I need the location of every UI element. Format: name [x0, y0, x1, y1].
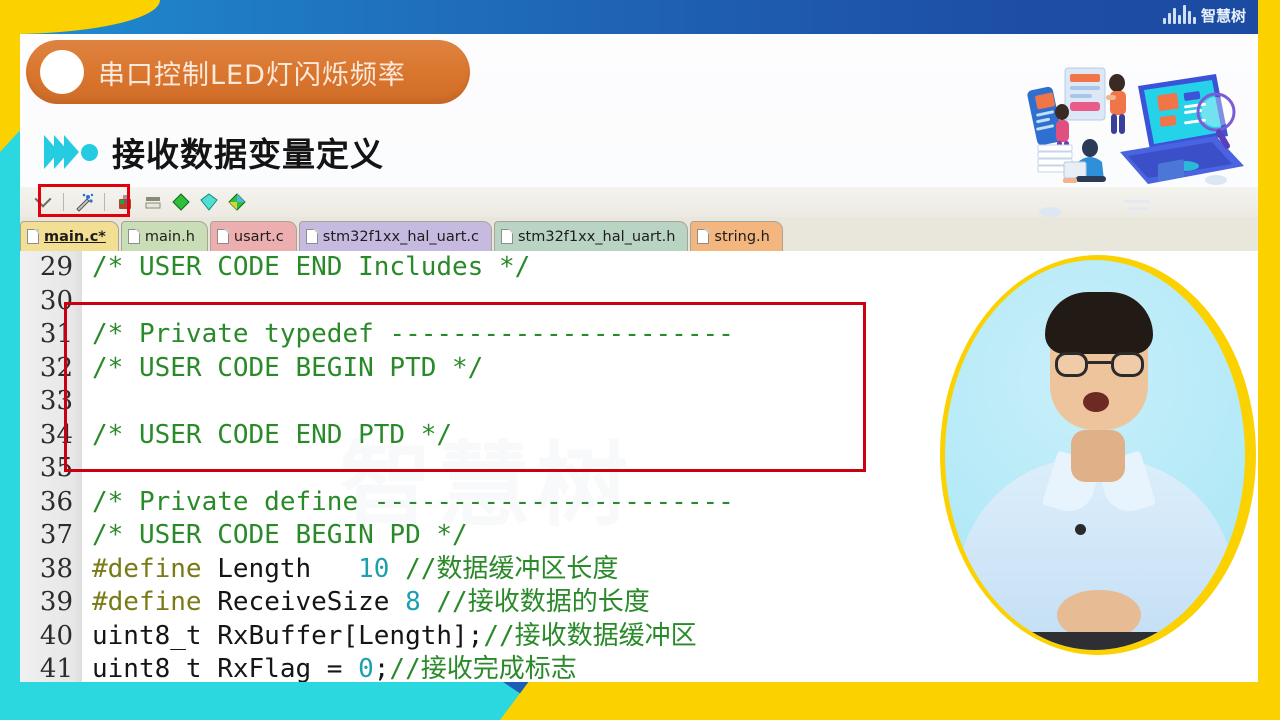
isometric-illustration: [1027, 67, 1244, 217]
toolbar-separator: [104, 193, 105, 211]
magic-wand-icon[interactable]: [73, 191, 95, 213]
tab-usart-c[interactable]: usart.c: [209, 221, 297, 251]
logo-bars-icon: [1162, 4, 1196, 24]
chevrons-icon: [44, 135, 98, 169]
tab-string-h[interactable]: string.h: [690, 221, 783, 251]
line-number: 30: [39, 285, 73, 316]
code-line-text: /* USER CODE END PTD */: [92, 419, 453, 450]
lesson-title-text: 串口控制LED灯闪烁频率: [98, 59, 406, 91]
align-table-icon[interactable]: [142, 191, 164, 213]
toolbar-separator: [63, 193, 64, 211]
presenter-video-circle: [940, 255, 1256, 655]
chevron-right-icon: [64, 135, 79, 169]
chevron-down-icon[interactable]: [32, 190, 54, 213]
line-number: 29: [39, 252, 73, 282]
presenter-hair: [1045, 292, 1153, 354]
section-heading: 接收数据变量定义: [44, 128, 384, 176]
presenter-belt: [989, 632, 1203, 650]
section-title-text: 接收数据变量定义: [112, 135, 384, 174]
left-yellow-rail: [0, 0, 22, 152]
file-document-icon: [305, 229, 318, 244]
presenter-glasses-left: [1055, 352, 1088, 377]
tab-main-c-[interactable]: main.c*: [20, 221, 119, 251]
code-line-text: #define ReceiveSize 8 //接收数据的长度: [92, 587, 650, 617]
bottom-cyan-rail: [0, 680, 560, 720]
code-line-text: /* USER CODE END Includes */: [92, 252, 531, 282]
line-number: 41: [39, 654, 73, 682]
left-cyan-rail: [0, 128, 22, 720]
color-palette-icon[interactable]: [114, 191, 136, 213]
presenter-lapel-mic-icon: [1075, 524, 1086, 535]
tab-stm32f1xx-hal-uart-h[interactable]: stm32f1xx_hal_uart.h: [493, 221, 689, 251]
code-line-text: /* Private typedef ---------------------…: [92, 319, 734, 349]
bullet-dot-icon: [81, 143, 98, 161]
presenter-glasses-right: [1111, 352, 1144, 377]
title-bullet-circle-icon: [40, 50, 84, 94]
line-number: 33: [39, 386, 73, 416]
bottom-yellow-rail: [500, 680, 1280, 720]
line-number: 31: [39, 319, 73, 349]
presenter-neck: [1071, 430, 1125, 482]
code-line-text: uint8_t RxBuffer[Length];//接收数据缓冲区: [92, 620, 697, 651]
line-number: 37: [39, 520, 73, 550]
tab-label: stm32f1xx_hal_uart.c: [322, 228, 479, 245]
tab-label: stm32f1xx_hal_uart.h: [517, 228, 676, 245]
tab-main-h[interactable]: main.h: [120, 221, 208, 251]
code-line-text: /* USER CODE BEGIN PD */: [92, 520, 468, 550]
code-line-text: uint8_t RxFlag = 0;//接收完成标志: [92, 654, 577, 682]
multicolor-diamond-icon[interactable]: [226, 191, 248, 213]
tab-label: main.h: [144, 228, 195, 245]
file-document-icon: [697, 229, 710, 244]
line-number: 32: [39, 352, 73, 383]
line-number: 38: [39, 553, 73, 584]
presenter-mouth: [1083, 392, 1109, 412]
line-number: 40: [39, 620, 73, 651]
line-number: 34: [39, 419, 73, 450]
file-document-icon: [500, 229, 513, 244]
line-number: 35: [39, 453, 73, 483]
tab-label: usart.c: [233, 228, 284, 245]
slide-root: 智慧树 串口控制LED灯闪烁频率 接收数据变量定义 main.c* main.h…: [0, 0, 1280, 720]
file-document-icon: [127, 229, 140, 244]
top-blue-band: [0, 0, 1280, 34]
right-yellow-rail: [1258, 0, 1280, 720]
code-line[interactable]: 41 uint8_t RxFlag = 0;//接收完成标志: [20, 653, 1258, 682]
line-number: 36: [39, 486, 73, 517]
tab-label: main.c*: [44, 228, 106, 245]
file-document-icon: [27, 229, 39, 244]
brand-name: 智慧树: [1200, 7, 1246, 25]
brand-logo: 智慧树: [1162, 4, 1246, 25]
code-line-text: /* USER CODE BEGIN PTD */: [92, 352, 484, 383]
lesson-title-pill: 串口控制LED灯闪烁频率: [26, 40, 470, 104]
code-line-text: /* Private define ----------------------…: [92, 486, 734, 517]
green-diamond-icon[interactable]: [170, 191, 192, 213]
tab-label: string.h: [714, 228, 770, 245]
code-line-text: #define Length 10 //数据缓冲区长度: [92, 553, 619, 584]
tab-stm32f1xx-hal-uart-c[interactable]: stm32f1xx_hal_uart.c: [298, 221, 492, 251]
presenter-portrait: [945, 260, 1245, 650]
line-number: 39: [39, 587, 73, 617]
cyan-diamond-icon[interactable]: [198, 191, 220, 213]
file-document-icon: [216, 229, 229, 244]
presenter-glasses-bridge: [1088, 361, 1111, 364]
